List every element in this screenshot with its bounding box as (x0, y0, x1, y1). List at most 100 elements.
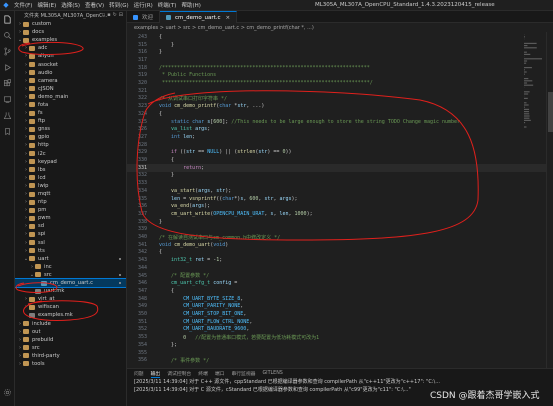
tree-folder[interactable]: › sd (15, 222, 126, 230)
settings-icon[interactable] (0, 384, 15, 400)
panel-tab[interactable]: 串行监视器 (231, 370, 255, 377)
panel-tab[interactable]: 调试控制台 (167, 370, 191, 377)
tree-folder[interactable]: ⌄ uart (15, 255, 126, 263)
minimap-line (524, 122, 526, 124)
minimap[interactable] (523, 32, 545, 368)
source-control-icon[interactable] (0, 43, 15, 59)
tree-folder[interactable]: › tools (15, 360, 126, 368)
run-debug-icon[interactable] (0, 59, 15, 75)
tree-folder[interactable]: › fota (15, 101, 126, 109)
folder-icon (23, 37, 29, 43)
tree-file[interactable]: cm_demo_uart.c (15, 277, 126, 289)
tree-folder[interactable]: › http (15, 141, 126, 149)
tree-file[interactable]: examples.mk (15, 311, 126, 319)
tree-item-label: demo_main (38, 93, 69, 100)
tree-folder[interactable]: › wifiscan (15, 303, 126, 311)
close-icon[interactable]: × (226, 15, 231, 21)
menu-item[interactable]: 查看(V) (85, 1, 104, 9)
output-line: [2025/3/11 14:39:04] 对于 C++ 源文件，cppStand… (134, 379, 440, 386)
tree-folder[interactable]: › gpio (15, 133, 126, 141)
tree-folder[interactable]: › aliyun (15, 52, 126, 60)
menu-item[interactable]: 转到(G) (109, 1, 129, 9)
tree-folder[interactable]: ⌄ src (15, 271, 126, 279)
code-token: va_end (171, 203, 190, 210)
breadcrumb[interactable]: examples > uart > src > cm_demo_uart.c >… (127, 23, 553, 32)
tree-folder[interactable]: › audio (15, 69, 126, 77)
menu-item[interactable]: 帮助(H) (181, 1, 200, 9)
tree-folder[interactable]: › ntp (15, 198, 126, 206)
line-number: 339 (137, 226, 147, 233)
panel-tab[interactable]: 输出 (150, 370, 161, 378)
tree-folder[interactable]: › keypad (15, 158, 126, 166)
code-editor[interactable]: 243{315 } 316} 317 318/********************… (127, 32, 553, 368)
extensions-icon[interactable] (0, 75, 15, 91)
tree-folder[interactable]: › ftp (15, 117, 126, 125)
line-number: 243 (137, 33, 147, 40)
panel-tab[interactable]: GITLENS (262, 371, 282, 376)
tree-folder[interactable]: › virt_at (15, 295, 126, 303)
menu-item[interactable]: 终端(T) (158, 1, 177, 9)
tab-cm-demo-uart[interactable]: cm_demo_uart.c × (160, 11, 238, 23)
tree-folder[interactable]: › tts (15, 247, 126, 255)
tree-folder[interactable]: › lcd (15, 174, 126, 182)
code-token: ); (204, 203, 211, 210)
bookmark-icon[interactable] (0, 123, 15, 139)
tree-folder[interactable]: › cJSON (15, 85, 126, 93)
c-file-icon (41, 280, 47, 286)
code-token: CM_UART_STOP_BIT_ONE (183, 311, 244, 318)
tree-folder[interactable]: › pm (15, 206, 126, 214)
tree-folder[interactable]: › mqtt (15, 190, 126, 198)
folder-icon (29, 102, 35, 108)
menu-item[interactable]: 文件(F) (14, 1, 32, 9)
tree-folder[interactable]: › ssl (15, 239, 126, 247)
code-text: va_end(args); (159, 203, 210, 209)
panel-tab[interactable]: 端口 (215, 370, 225, 377)
modified-dot (118, 257, 121, 261)
tree-folder[interactable]: › i2c (15, 150, 126, 158)
code-token: int (171, 133, 181, 140)
scrollbar-thumb[interactable] (548, 92, 553, 132)
tree-folder[interactable]: › spi (15, 230, 126, 238)
tree-file[interactable]: uart.mk (15, 287, 126, 295)
tree-folder[interactable]: › src (15, 344, 126, 352)
menu-item[interactable]: 选择(S) (61, 1, 80, 9)
tree-folder[interactable]: › inc (15, 263, 126, 271)
tree-folder[interactable]: › demo_main (15, 93, 126, 101)
tree-folder[interactable]: ⌄ examples (15, 36, 126, 44)
panel-tab[interactable]: 终端 (198, 370, 208, 377)
tree-folder[interactable]: › gnss (15, 125, 126, 133)
collapse-all-icon[interactable]: ⊟ (119, 12, 123, 18)
tree-folder[interactable]: › docs (15, 28, 126, 36)
tree-folder[interactable]: › third-party (15, 352, 126, 360)
tree-folder[interactable]: › camera (15, 77, 126, 85)
panel-tab[interactable]: 问题 (134, 370, 144, 377)
tree-folder[interactable]: › include (15, 319, 126, 327)
tree-folder[interactable]: › pwm (15, 214, 126, 222)
line-number: 322 (137, 95, 147, 102)
remote-icon[interactable] (0, 91, 15, 107)
refresh-icon[interactable]: ↻ (113, 12, 117, 18)
tree-folder[interactable]: › fs (15, 109, 126, 117)
tree-folder[interactable]: › out (15, 328, 126, 336)
new-file-icon[interactable]: ▫ (102, 12, 105, 18)
tree-folder[interactable]: › asocket (15, 60, 126, 68)
code-line: 351 CM_UART_FLOW_CTRL_NONE, (127, 318, 553, 326)
tree-folder[interactable]: › lbs (15, 166, 126, 174)
menu-item[interactable]: 编辑(E) (37, 1, 56, 9)
tree-folder[interactable]: › adc (15, 44, 126, 52)
code-token: /* 配置参数 */ (171, 273, 210, 280)
editor-scrollbar[interactable] (546, 32, 553, 368)
files-icon[interactable] (0, 11, 15, 27)
tree-folder[interactable]: › lwip (15, 182, 126, 190)
new-folder-icon[interactable]: ▪ (107, 12, 110, 18)
tab-welcome[interactable]: 欢迎 (127, 11, 161, 23)
tree-folder[interactable]: › prebuild (15, 336, 126, 344)
search-icon[interactable] (0, 27, 15, 43)
tree-folder[interactable]: › custom (15, 20, 126, 28)
testing-icon[interactable] (0, 107, 15, 123)
code-token: NULL (207, 149, 220, 156)
menu-item[interactable]: 运行(R) (134, 1, 153, 9)
